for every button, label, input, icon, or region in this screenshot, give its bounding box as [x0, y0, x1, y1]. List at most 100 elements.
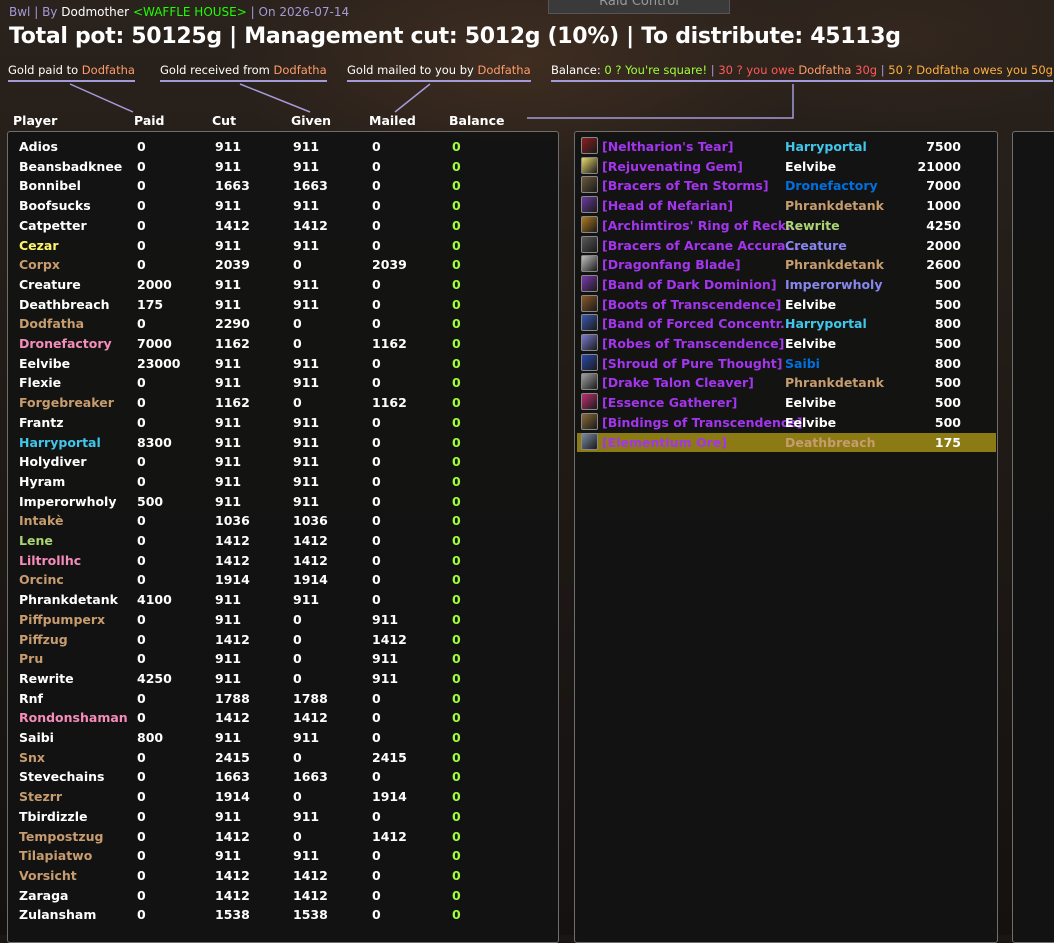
table-row[interactable]: Eelvibe 23000 911 911 0 0 — [8, 354, 548, 374]
table-row[interactable]: Pru 0 911 0 911 0 — [8, 649, 548, 669]
player-balance-cell: 0 — [452, 611, 461, 627]
player-given-cell: 0 — [293, 316, 302, 332]
table-row[interactable]: Stevechains 0 1663 1663 0 0 — [8, 767, 548, 787]
table-row[interactable]: Beansbadknee 0 911 911 0 0 — [8, 157, 548, 177]
table-row[interactable]: Bonnibel 0 1663 1663 0 0 — [8, 176, 548, 196]
loot-row[interactable]: [Robes of Transcendence] Eelvibe 500 — [577, 334, 996, 354]
table-row[interactable]: Frantz 0 911 911 0 0 — [8, 413, 548, 433]
legend-owed: 50 ? Dodfatha owes you — [888, 63, 1028, 77]
loot-item-link[interactable]: [Shroud of Pure Thought] — [602, 354, 782, 374]
player-paid-cell: 0 — [137, 139, 146, 154]
table-row[interactable]: Phrankdetank 4100 911 911 0 0 — [8, 590, 548, 610]
player-cut-cell: 1412 — [215, 887, 250, 903]
table-row[interactable]: Cezar 0 911 911 0 0 — [8, 236, 548, 256]
table-row[interactable]: Boofsucks 0 911 911 0 0 — [8, 196, 548, 216]
loot-row[interactable]: [Essence Gatherer] Eelvibe 500 — [577, 393, 996, 413]
table-row[interactable]: Zaraga 0 1412 1412 0 0 — [8, 886, 548, 906]
table-row[interactable]: Saibi 800 911 911 0 0 — [8, 728, 548, 748]
loot-item-link[interactable]: [Drake Talon Cleaver] — [602, 373, 754, 393]
loot-row[interactable]: [Bracers of Arcane Accura... Creature 2000 — [577, 235, 996, 256]
loot-row[interactable]: [Shroud of Pure Thought] Saibi 800 — [577, 353, 996, 374]
loot-item-link[interactable]: [Band of Forced Concentr... — [602, 314, 794, 334]
table-row[interactable]: Holydiver 0 911 911 0 0 — [8, 452, 548, 472]
player-paid-cell: 0 — [137, 533, 146, 548]
loot-row[interactable]: [Dragonfang Blade] Phrankdetank 2600 — [577, 255, 996, 275]
player-given-cell: 911 — [293, 139, 320, 154]
table-row[interactable]: Imperorwholy 500 911 911 0 0 — [8, 492, 548, 512]
table-row[interactable]: Lene 0 1412 1412 0 0 — [8, 531, 548, 551]
loot-row[interactable]: [Boots of Transcendence] Eelvibe 500 — [577, 294, 996, 315]
player-given-cell: 0 — [293, 336, 302, 351]
raid-control-tab[interactable]: Raid Control — [548, 0, 730, 14]
player-cut-cell: 2290 — [215, 316, 250, 332]
loot-row[interactable]: [Band of Dark Dominion] Imperorwholy 500 — [577, 274, 996, 295]
loot-item-link[interactable]: [Bracers of Arcane Accura... — [602, 236, 800, 256]
table-row[interactable]: Forgebreaker 0 1162 0 1162 0 — [8, 393, 548, 413]
table-row[interactable]: Hyram 0 911 911 0 0 — [8, 472, 548, 492]
loot-row[interactable]: [Elementium Ore] Deathbreach 175 — [577, 432, 996, 453]
table-row[interactable]: Rnf 0 1788 1788 0 0 — [8, 689, 548, 709]
player-given-cell: 1036 — [293, 513, 328, 529]
player-cut-cell: 1162 — [215, 336, 250, 351]
player-given-cell: 911 — [293, 237, 320, 253]
loot-row[interactable]: [Band of Forced Concentr... Harryportal 80… — [577, 314, 996, 334]
loot-row[interactable]: [Archimtiros' Ring of Reck... Rewrite 4250 — [577, 215, 996, 236]
table-row[interactable]: Orcinc 0 1914 1914 0 0 — [8, 570, 548, 590]
players-table[interactable]: Adios 0 911 911 0 0 Beansbadknee 0 911 911 0 0 Bonni… — [7, 131, 559, 943]
table-row[interactable]: Flexie 0 911 911 0 0 — [8, 373, 548, 393]
loot-row[interactable]: [Bracers of Ten Storms] Dronefactory 7000 — [577, 176, 996, 196]
table-row[interactable]: Snx 0 2415 0 2415 0 — [8, 748, 548, 768]
loot-item-link[interactable]: [Rejuvenating Gem] — [602, 157, 743, 177]
loot-list[interactable]: [Neltharion's Tear] Harryportal 7500 [Rejuv… — [574, 131, 998, 943]
table-row[interactable]: Piffzug 0 1412 0 1412 0 — [8, 630, 548, 650]
loot-item-link[interactable]: [Essence Gatherer] — [602, 393, 737, 413]
table-row[interactable]: Corpx 0 2039 0 2039 0 — [8, 255, 548, 275]
player-name-cell: Eelvibe — [19, 355, 71, 371]
table-row[interactable]: Liltrollhc 0 1412 1412 0 0 — [8, 551, 548, 571]
loot-item-link[interactable]: [Elementium Ore] — [602, 433, 727, 453]
player-paid-cell: 4100 — [137, 592, 172, 608]
loot-item-link[interactable]: [Head of Nefarian] — [602, 196, 733, 216]
table-row[interactable]: Catpetter 0 1412 1412 0 0 — [8, 216, 548, 236]
player-name-cell: Hyram — [19, 473, 66, 489]
table-row[interactable]: Piffpumperx 0 911 0 911 0 — [8, 610, 548, 630]
loot-row[interactable]: [Rejuvenating Gem] Eelvibe 21000 — [577, 156, 996, 177]
player-mailed-cell: 0 — [372, 808, 381, 824]
loot-item-link[interactable]: [Bindings of Transcendence] — [602, 413, 802, 433]
raid-name: Bwl — [9, 5, 31, 19]
player-name-cell: Piffpumperx — [19, 611, 106, 627]
table-row[interactable]: Adios 0 911 911 0 0 — [8, 137, 548, 157]
table-row[interactable]: Tbirdizzle 0 911 911 0 0 — [8, 807, 548, 827]
player-cut-cell: 911 — [215, 434, 242, 450]
table-row[interactable]: Intakè 0 1036 1036 0 0 — [8, 511, 548, 531]
player-name-cell: Imperorwholy — [19, 493, 117, 509]
loot-item-link[interactable]: [Dragonfang Blade] — [602, 255, 741, 275]
loot-item-link[interactable]: [Boots of Transcendence] — [602, 295, 781, 315]
table-row[interactable]: Rewrite 4250 911 0 911 0 — [8, 669, 548, 689]
player-name-cell: Piffzug — [19, 631, 68, 647]
table-row[interactable]: Harryportal 8300 911 911 0 0 — [8, 433, 548, 453]
player-mailed-cell: 2039 — [372, 257, 407, 273]
table-row[interactable]: Creature 2000 911 911 0 0 — [8, 275, 548, 295]
table-row[interactable]: Dodfatha 0 2290 0 0 0 — [8, 314, 548, 334]
table-row[interactable]: Dronefactory 7000 1162 0 1162 0 — [8, 334, 548, 354]
table-row[interactable]: Vorsicht 0 1412 1412 0 0 — [8, 866, 548, 886]
loot-item-link[interactable]: [Bracers of Ten Storms] — [602, 176, 769, 196]
table-row[interactable]: Tilapiatwo 0 911 911 0 0 — [8, 846, 548, 866]
by-label: By — [42, 5, 58, 19]
table-row[interactable]: Rondonshaman 0 1412 1412 0 0 — [8, 708, 548, 728]
loot-winner: Dronefactory — [785, 178, 878, 194]
loot-item-link[interactable]: [Robes of Transcendence] — [602, 334, 784, 354]
table-row[interactable]: Zulansham 0 1538 1538 0 0 — [8, 905, 548, 925]
loot-row[interactable]: [Bindings of Transcendence] Eelvibe 500 — [577, 412, 996, 433]
table-row[interactable]: Stezrr 0 1914 0 1914 0 — [8, 787, 548, 807]
loot-item-link[interactable]: [Archimtiros' Ring of Reck... — [602, 216, 800, 236]
table-row[interactable]: Deathbreach 175 911 911 0 0 — [8, 295, 548, 315]
dragon-head-icon — [581, 196, 598, 214]
loot-item-link[interactable]: [Neltharion's Tear] — [602, 137, 733, 157]
loot-row[interactable]: [Head of Nefarian] Phrankdetank 1000 — [577, 196, 996, 216]
loot-row[interactable]: [Drake Talon Cleaver] Phrankdetank 500 — [577, 373, 996, 393]
loot-row[interactable]: [Neltharion's Tear] Harryportal 7500 — [577, 137, 996, 157]
table-row[interactable]: Tempostzug 0 1412 0 1412 0 — [8, 827, 548, 847]
loot-item-link[interactable]: [Band of Dark Dominion] — [602, 275, 777, 295]
